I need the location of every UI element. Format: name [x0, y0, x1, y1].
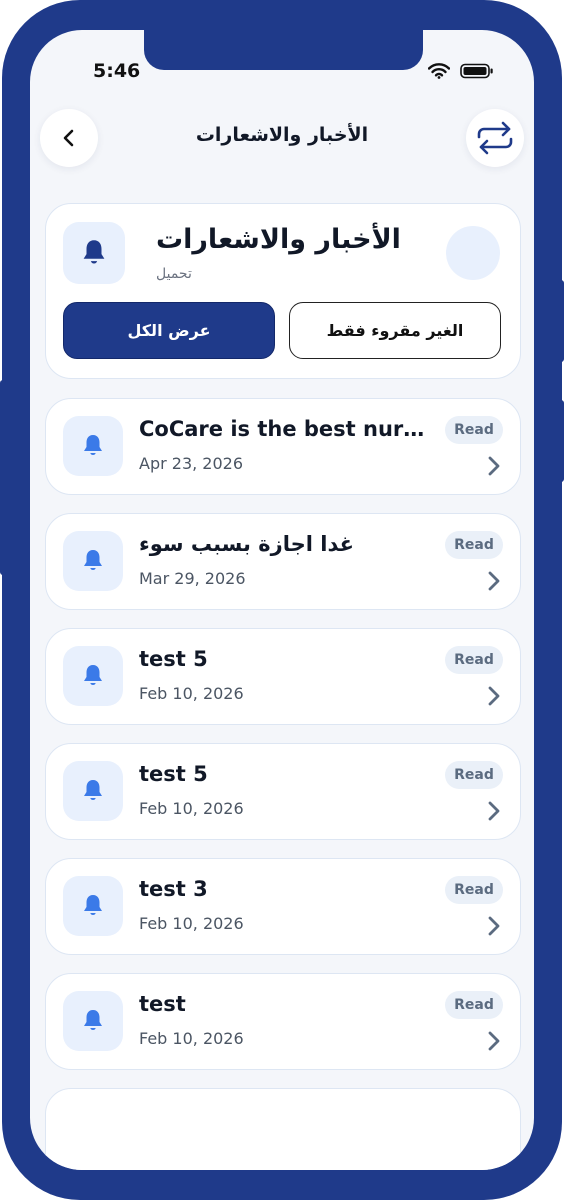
notification-icon-box: [63, 416, 123, 476]
read-status-badge: Read: [445, 991, 503, 1019]
notification-icon-box: [63, 531, 123, 591]
summary-subtitle: تحميل: [156, 266, 192, 282]
side-button-right-lower: [558, 400, 564, 482]
notification-title: غدا اجازة بسبب سوء: [139, 532, 354, 556]
battery-icon: [460, 63, 493, 79]
notification-icon-box: [63, 991, 123, 1051]
bell-icon: [84, 1010, 102, 1031]
bell-icon: [84, 550, 102, 571]
notification-date: Feb 10, 2026: [139, 799, 244, 818]
wifi-icon: [428, 63, 450, 79]
bell-icon: [84, 435, 102, 456]
notification-title: test 5: [139, 762, 208, 786]
notification-icon-box: [63, 876, 123, 936]
chevron-right-icon: [488, 686, 500, 706]
notification-item[interactable]: test 3 Feb 10, 2026 Read: [45, 858, 521, 955]
bell-icon: [84, 780, 102, 801]
bell-icon: [84, 665, 102, 686]
chevron-right-icon: [488, 916, 500, 936]
chevron-right-icon: [488, 801, 500, 821]
notification-date: Feb 10, 2026: [139, 914, 244, 933]
notification-title: test: [139, 992, 186, 1016]
notification-item[interactable]: test Feb 10, 2026 Read: [45, 973, 521, 1070]
notification-item[interactable]: غدا اجازة بسبب سوء Mar 29, 2026 Read: [45, 513, 521, 610]
read-status-badge: Read: [445, 761, 503, 789]
notification-date: Feb 10, 2026: [139, 1029, 244, 1048]
notch: [144, 28, 423, 70]
summary-icon-box: [63, 222, 125, 284]
chevron-right-icon: [488, 571, 500, 591]
status-icons: [428, 63, 494, 79]
show-all-button[interactable]: عرض الكل: [63, 302, 275, 359]
notification-date: Apr 23, 2026: [139, 454, 244, 473]
summary-card: الأخبار والاشعارات تحميل عرض الكل الغير …: [45, 203, 521, 379]
bell-icon: [84, 895, 102, 916]
notification-date: Feb 10, 2026: [139, 684, 244, 703]
read-status-badge: Read: [445, 531, 503, 559]
notification-icon-box: [63, 646, 123, 706]
notification-item[interactable]: test 5 Feb 10, 2026 Read: [45, 743, 521, 840]
notification-title: CoCare is the best nurser...: [139, 417, 429, 441]
chevron-right-icon: [488, 456, 500, 476]
notification-item[interactable]: CoCare is the best nurser... Apr 23, 202…: [45, 398, 521, 495]
back-button[interactable]: [40, 109, 98, 167]
read-status-badge: Read: [445, 876, 503, 904]
side-button-left: [0, 380, 6, 575]
page-title: الأخبار والاشعارات: [195, 124, 369, 146]
chevron-left-icon: [63, 129, 74, 147]
side-button-right-upper: [558, 280, 564, 362]
status-time: 5:46: [93, 60, 141, 82]
refresh-button[interactable]: [466, 109, 524, 167]
read-status-badge: Read: [445, 646, 503, 674]
bell-icon: [83, 240, 105, 264]
read-status-badge: Read: [445, 416, 503, 444]
notification-title: test 5: [139, 647, 208, 671]
notification-icon-box: [63, 761, 123, 821]
chevron-right-icon: [488, 1031, 500, 1051]
notification-title: test 3: [139, 877, 208, 901]
summary-title: الأخبار والاشعارات: [156, 224, 401, 255]
app-screen: 5:46 الأخبار والاشعارات الأخبار والاشعار…: [30, 30, 534, 1170]
notification-item[interactable]: test 5 Feb 10, 2026 Read: [45, 628, 521, 725]
repeat-icon: [477, 121, 513, 155]
notification-date: Mar 29, 2026: [139, 569, 246, 588]
avatar-placeholder: [446, 226, 500, 280]
notification-item-partial[interactable]: [45, 1088, 521, 1170]
unread-only-button[interactable]: الغير مقروء فقط: [289, 302, 501, 359]
